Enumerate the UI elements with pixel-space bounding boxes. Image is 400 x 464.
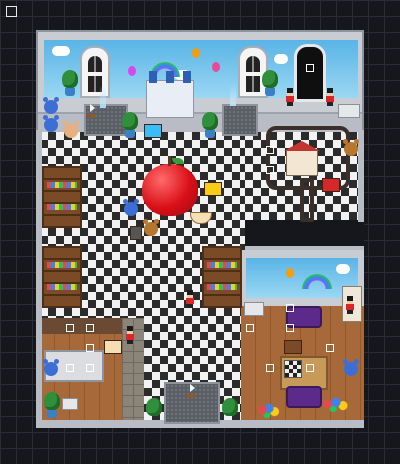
event-marker[interactable] bbox=[246, 324, 254, 332]
rainbow-icon bbox=[302, 274, 332, 289]
castle-tower bbox=[183, 71, 191, 83]
fountain-icon bbox=[230, 84, 236, 106]
door-marker[interactable] bbox=[306, 64, 314, 72]
display-mat bbox=[222, 104, 258, 136]
dollhouse[interactable] bbox=[284, 141, 320, 176]
toy-shelf[interactable] bbox=[42, 166, 82, 228]
blue-teddy-icon bbox=[43, 359, 59, 376]
potted-plant-icon bbox=[62, 70, 78, 96]
toy-shelf[interactable] bbox=[42, 246, 82, 308]
event-marker[interactable] bbox=[86, 364, 94, 372]
track-marker[interactable] bbox=[266, 146, 274, 154]
toy-boat-icon bbox=[184, 384, 198, 398]
toy-shelf[interactable] bbox=[202, 246, 242, 308]
plush-toy-icon bbox=[63, 121, 79, 138]
event-marker[interactable] bbox=[86, 344, 94, 352]
blue-teddy-icon bbox=[343, 359, 359, 376]
toy-robot-icon bbox=[130, 226, 142, 240]
chessboard bbox=[284, 360, 302, 378]
event-marker[interactable] bbox=[286, 304, 294, 312]
potted-plant-icon bbox=[44, 392, 60, 418]
event-marker[interactable] bbox=[66, 324, 74, 332]
stool bbox=[62, 398, 78, 410]
cloud-icon bbox=[336, 264, 350, 274]
player-character[interactable] bbox=[186, 290, 194, 308]
cloud-icon bbox=[52, 46, 70, 56]
event-marker[interactable] bbox=[306, 364, 314, 372]
balloon-icon bbox=[192, 48, 200, 58]
drum-icon bbox=[104, 340, 122, 354]
blue-teddy-icon bbox=[123, 199, 139, 216]
event-marker[interactable] bbox=[86, 324, 94, 332]
track-marker[interactable] bbox=[266, 166, 274, 174]
game-map bbox=[0, 0, 400, 464]
toy-boat-icon bbox=[84, 104, 98, 118]
toy-soldier-npc[interactable] bbox=[126, 326, 134, 344]
castle-tower bbox=[166, 71, 174, 83]
brown-teddy-icon bbox=[343, 139, 359, 156]
brown-teddy-icon bbox=[143, 219, 159, 236]
menu-box-icon[interactable] bbox=[6, 6, 17, 17]
bush-icon bbox=[222, 398, 238, 416]
toy-pile bbox=[258, 402, 280, 418]
exit-door[interactable] bbox=[294, 44, 326, 102]
bush-icon bbox=[146, 398, 162, 416]
toy-castle[interactable] bbox=[146, 71, 194, 118]
lower-left-stone-ledge bbox=[40, 318, 122, 334]
potted-plant-icon bbox=[202, 112, 218, 138]
toy-icon bbox=[204, 182, 222, 196]
treasure-chest[interactable] bbox=[284, 340, 302, 354]
castle-tower bbox=[149, 71, 157, 83]
blue-teddy-icon bbox=[43, 97, 59, 114]
potted-plant-icon bbox=[122, 112, 138, 138]
fountain-icon bbox=[100, 86, 106, 108]
toy-soldier-npc[interactable] bbox=[286, 88, 294, 106]
toy-pile bbox=[322, 396, 350, 412]
gift-box-icon bbox=[144, 124, 162, 138]
event-marker[interactable] bbox=[326, 344, 334, 352]
side-table bbox=[338, 104, 360, 118]
cloud-icon bbox=[274, 54, 288, 64]
toy-train-track bbox=[300, 178, 314, 222]
blue-teddy-icon bbox=[43, 115, 59, 132]
event-marker[interactable] bbox=[66, 364, 74, 372]
balloon-icon bbox=[212, 62, 220, 72]
purple-sofa bbox=[286, 386, 322, 408]
potted-plant-icon bbox=[262, 70, 278, 96]
side-table bbox=[244, 302, 264, 316]
east-wall bbox=[358, 130, 364, 222]
toy-soldier-npc[interactable] bbox=[326, 88, 334, 106]
balloon-icon bbox=[286, 268, 294, 278]
event-marker[interactable] bbox=[266, 364, 274, 372]
toy-car-icon bbox=[322, 178, 340, 192]
event-marker[interactable] bbox=[286, 324, 294, 332]
giant-apple-icon[interactable] bbox=[142, 156, 198, 216]
unicorn-icon bbox=[128, 66, 136, 76]
toy-soldier-npc[interactable] bbox=[346, 296, 354, 314]
